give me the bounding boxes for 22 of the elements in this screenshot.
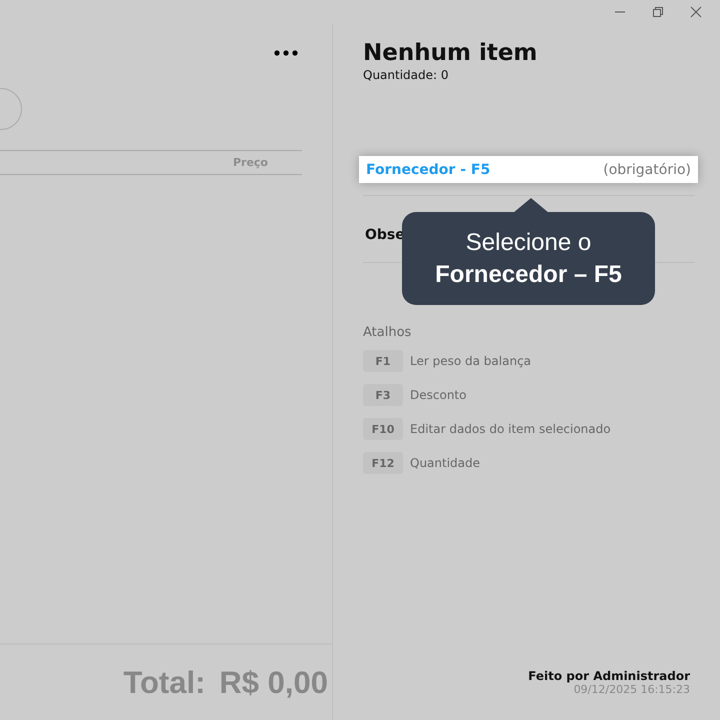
close-icon[interactable] [690, 6, 702, 18]
supplier-field[interactable]: Fornecedor - F5 (obrigatório) [359, 156, 698, 183]
shortcut-label: Editar dados do item selecionado [410, 422, 611, 436]
shortcut-label: Desconto [410, 388, 466, 402]
summary-title: Nenhum item [363, 40, 538, 66]
total-value: R$ 0,00 [219, 664, 328, 700]
more-icon[interactable] [274, 50, 298, 56]
tooltip: Selecione o Fornecedor – F5 [402, 212, 655, 305]
shortcut-key: F3 [363, 384, 403, 406]
total-label: Total: [123, 664, 206, 700]
shortcut-key: F1 [363, 350, 403, 372]
restore-icon[interactable] [652, 6, 664, 18]
notes-label: Obse [364, 227, 405, 243]
shortcut-label: Quantidade [410, 456, 480, 470]
timestamp: 09/12/2025 16:15:23 [574, 683, 690, 696]
author-text: Feito por Administrador [528, 669, 690, 683]
shortcut-label: Ler peso da balança [410, 354, 532, 368]
shortcuts-title: Atalhos [363, 325, 412, 340]
column-header: Preço [232, 156, 268, 169]
shortcut-key: F12 [363, 452, 403, 474]
shortcut-key: F10 [363, 418, 403, 440]
quantity-text: Quantidade: 0 [363, 68, 450, 82]
